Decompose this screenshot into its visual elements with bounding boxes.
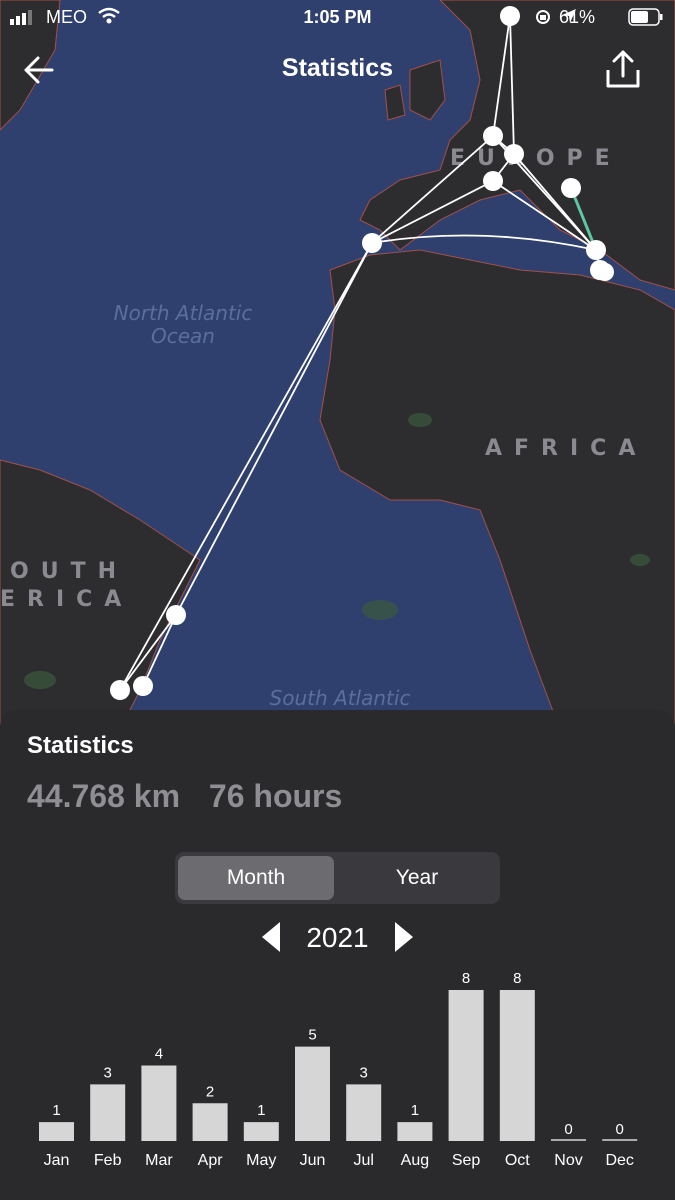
south-atlantic-label: South Atlantic — [270, 686, 411, 710]
route-map[interactable]: North Atlantic Ocean South Atlantic EURO… — [0, 0, 675, 730]
month-label-jul: Jul — [353, 1152, 373, 1169]
bar-value-aug: 1 — [411, 1102, 419, 1119]
month-label-dec: Dec — [605, 1152, 633, 1169]
month-label-may: May — [246, 1152, 276, 1169]
north-atlantic-label-2: Ocean — [151, 324, 215, 348]
nav-bar: Statistics — [0, 40, 675, 100]
statistics-title: Statistics — [27, 732, 134, 759]
triangle-right-icon — [395, 922, 413, 952]
page-title: Statistics — [281, 54, 394, 82]
orientation-lock-icon — [536, 10, 550, 24]
month-label-mar: Mar — [145, 1152, 173, 1169]
next-year-button[interactable] — [393, 922, 413, 952]
statistics-sheet: Statistics 44.768 km 76 hours Month Year… — [0, 710, 675, 1200]
period-segmented-control[interactable]: Month Year — [175, 852, 500, 904]
month-label-nov: Nov — [554, 1152, 582, 1169]
segment-month[interactable]: Month — [178, 856, 334, 900]
bar-jun — [295, 1046, 330, 1141]
month-label-oct: Oct — [505, 1152, 530, 1169]
europe-label: EUROPE — [450, 146, 622, 171]
current-year: 2021 — [306, 922, 369, 953]
bar-jan — [39, 1122, 74, 1141]
bar-value-mar: 4 — [155, 1046, 163, 1063]
month-label-jun: Jun — [300, 1152, 326, 1169]
bar-sep — [448, 990, 484, 1141]
month-label-sep: Sep — [452, 1152, 481, 1169]
battery-icon — [628, 8, 663, 26]
bar-value-jul: 3 — [360, 1064, 368, 1081]
total-duration: 76 hours — [208, 778, 343, 814]
bar-value-feb: 3 — [104, 1064, 112, 1081]
africa-label: AFRICA — [485, 436, 647, 461]
bar-may — [243, 1122, 279, 1141]
share-button[interactable] — [603, 48, 643, 92]
bar-apr — [192, 1103, 228, 1141]
segment-year[interactable]: Year — [339, 856, 495, 900]
bar-value-oct: 8 — [513, 970, 521, 987]
south-america-label-2: ERICA — [0, 587, 133, 612]
statistics-summary: 44.768 km 76 hours — [27, 778, 362, 815]
bar-mar — [141, 1065, 177, 1141]
month-label-jan: Jan — [44, 1152, 70, 1169]
month-label-feb: Feb — [94, 1152, 122, 1169]
bar-oct — [499, 990, 535, 1141]
bar-value-dec: 0 — [616, 1121, 624, 1138]
bar-value-apr: 2 — [206, 1083, 214, 1100]
bar-value-nov: 0 — [564, 1121, 572, 1138]
bar-value-jan: 1 — [52, 1102, 60, 1119]
bar-feb — [90, 1084, 126, 1141]
month-label-aug: Aug — [401, 1152, 429, 1169]
bar-value-jun: 5 — [308, 1027, 316, 1044]
monthly-trips-chart: 1 Jan 3 Feb 4 Mar 2 Apr 1 May 5 Jun 3 Jul 1 Aug 8 Sep 8 Oct… — [39, 970, 638, 1169]
south-america-label-1: OUTH — [10, 559, 128, 584]
total-distance: 44.768 km — [27, 778, 181, 814]
bar-jul — [346, 1084, 382, 1141]
bar-value-sep: 8 — [462, 970, 470, 987]
year-navigator: 2021 — [0, 918, 675, 958]
bar-value-may: 1 — [257, 1102, 265, 1119]
status-bar: MEO 1:05 PM 61% — [0, 0, 675, 36]
north-atlantic-label-1: North Atlantic — [114, 301, 253, 325]
month-label-apr: Apr — [198, 1152, 224, 1169]
battery-percentage: 61% — [558, 7, 595, 27]
bar-aug — [397, 1122, 433, 1141]
share-icon — [612, 50, 634, 78]
